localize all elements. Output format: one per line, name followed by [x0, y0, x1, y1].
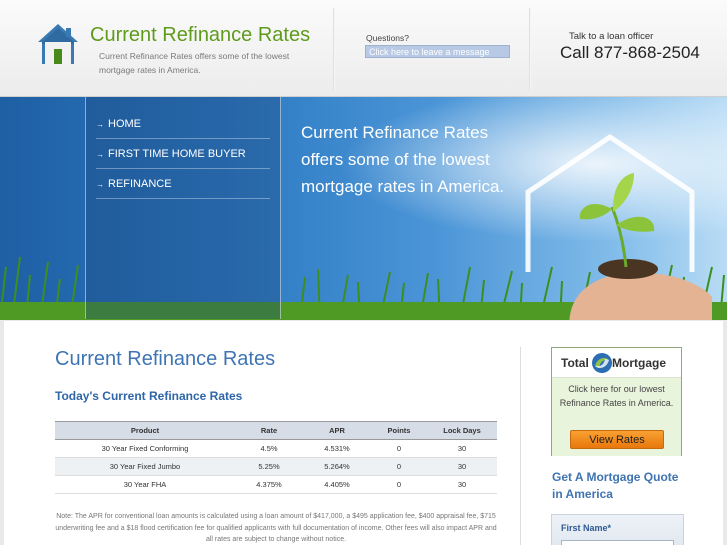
arrow-right-icon: → — [96, 180, 104, 189]
table-cell: 0 — [371, 475, 427, 494]
table-row: 30 Year Fixed Conforming 4.5% 4.531% 0 3… — [55, 439, 497, 458]
first-name-label: First Name* — [561, 523, 612, 533]
leave-message-link[interactable]: Click here to leave a message — [365, 45, 510, 58]
first-name-input[interactable] — [561, 540, 674, 545]
nav-item-refinance[interactable]: → REFINANCE — [96, 169, 270, 199]
quote-form: First Name* — [551, 514, 684, 545]
table-cell: 0 — [371, 457, 427, 476]
column-header: Product — [55, 421, 235, 440]
brand-text: Total — [561, 356, 589, 370]
column-header: APR — [303, 421, 371, 440]
table-cell: 0 — [371, 439, 427, 458]
table-cell: 30 — [427, 439, 497, 458]
table-cell: 30 — [427, 475, 497, 494]
promo-brand-logo: Total Mortgage — [552, 348, 681, 378]
mortgage-logo-icon — [592, 353, 612, 373]
main-nav: → HOME → FIRST TIME HOME BUYER → REFINANCE — [85, 97, 281, 319]
table-row: 30 Year Fixed Jumbo 5.25% 5.264% 0 30 — [55, 457, 497, 476]
total-mortgage-promo[interactable]: Total Mortgage Click here for our lowest… — [551, 347, 682, 456]
column-divider — [520, 347, 521, 545]
site-tagline: Current Refinance Rates offers some of t… — [99, 51, 290, 75]
table-cell: 30 Year Fixed Jumbo — [55, 457, 235, 476]
brand-text: Mortgage — [612, 356, 666, 370]
table-cell: 4.375% — [235, 475, 303, 494]
table-cell: 4.405% — [303, 475, 371, 494]
hero-banner: → HOME → FIRST TIME HOME BUYER → REFINANCE … — [0, 97, 727, 320]
arrow-right-icon: → — [96, 120, 104, 129]
promo-body: Click here for our lowest Refinance Rate… — [552, 378, 681, 456]
site-header: Current Refinance Rates Current Refinanc… — [0, 0, 727, 97]
view-rates-button[interactable]: View Rates — [570, 430, 664, 449]
apr-disclaimer-note: Note: The APR for conventional loan amou… — [55, 513, 497, 543]
site-title[interactable]: Current Refinance Rates — [90, 24, 310, 47]
table-cell: 5.264% — [303, 457, 371, 476]
column-header: Rate — [235, 421, 303, 440]
table-row: 30 Year FHA 4.375% 4.405% 0 30 — [55, 475, 497, 494]
promo-text[interactable]: Click here for our lowest Refinance Rate… — [552, 382, 681, 410]
phone-number[interactable]: Call 877-868-2504 — [560, 43, 700, 63]
page-title: Current Refinance Rates — [55, 348, 276, 370]
nav-item-first-time-home-buyer[interactable]: → FIRST TIME HOME BUYER — [96, 139, 270, 169]
house-logo-icon[interactable] — [36, 22, 80, 66]
table-header-row: Product Rate APR Points Lock Days — [55, 421, 497, 440]
header-divider — [333, 8, 335, 90]
table-cell: 30 Year Fixed Conforming — [55, 439, 235, 458]
nav-item-label: FIRST TIME HOME BUYER — [108, 148, 246, 160]
arrow-right-icon: → — [96, 150, 104, 159]
questions-label: Questions? — [366, 33, 409, 43]
table-cell: 30 — [427, 457, 497, 476]
quote-heading: Get A Mortgage Quote in America — [552, 470, 679, 501]
table-cell: 4.5% — [235, 439, 303, 458]
header-divider — [529, 8, 531, 90]
nav-item-home[interactable]: → HOME — [96, 109, 270, 139]
table-cell: 5.25% — [235, 457, 303, 476]
nav-item-label: HOME — [108, 118, 141, 130]
banner-headline: Current Refinance Rates offers some of t… — [301, 123, 505, 196]
table-cell: 30 Year FHA — [55, 475, 235, 494]
main-content: Current Refinance Rates Today's Current … — [4, 321, 723, 545]
table-cell: 4.531% — [303, 439, 371, 458]
section-title: Today's Current Refinance Rates — [55, 389, 243, 403]
column-header: Points — [371, 421, 427, 440]
rates-table: Product Rate APR Points Lock Days 30 Yea… — [55, 421, 497, 494]
nav-item-label: REFINANCE — [108, 178, 172, 190]
talk-to-loan-officer-label: Talk to a loan officer — [569, 31, 654, 42]
column-header: Lock Days — [427, 421, 497, 440]
